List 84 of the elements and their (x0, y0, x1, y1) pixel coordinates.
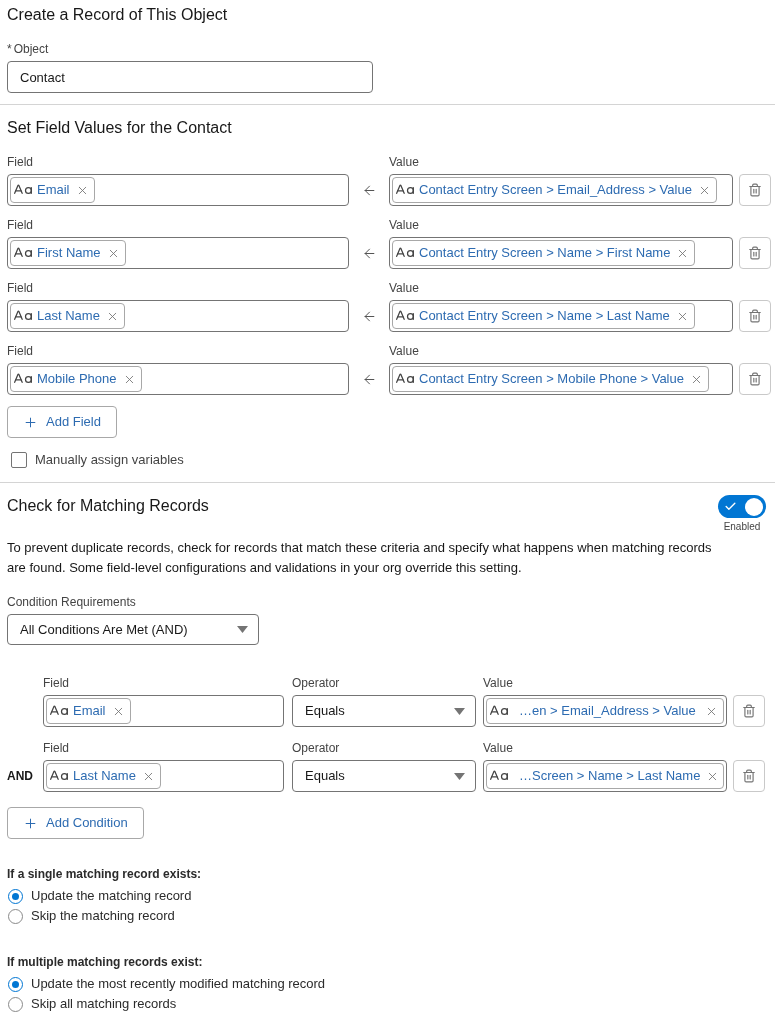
add-button[interactable]: Add Field (7, 406, 117, 438)
field-label: Field (7, 280, 34, 296)
trash-icon (748, 183, 762, 197)
field-input[interactable]: Last Name (7, 300, 349, 332)
field-label: Field (7, 217, 34, 233)
plus-icon (23, 414, 38, 430)
value-input[interactable]: …Screen > Name > Last Name (483, 760, 727, 792)
radio-label: Update the matching record (31, 888, 192, 904)
section-title: Create a Record of This Object (7, 5, 229, 25)
pill-text: Last Name (73, 768, 136, 784)
radio-button[interactable] (8, 908, 23, 924)
pill-text: …Screen > Name > Last Name (519, 768, 701, 784)
toggle-switch[interactable] (718, 495, 766, 518)
delete-button[interactable] (739, 174, 771, 206)
caret-icon (237, 626, 248, 633)
condition-requirements-select[interactable]: All Conditions Are Met (AND) (7, 614, 259, 645)
radio-label: Skip all matching records (31, 996, 177, 1012)
group-heading: If a single matching record exists: (7, 866, 203, 882)
field-label: Value (389, 343, 420, 359)
group-heading: If multiple matching records exist: (7, 954, 204, 970)
pill-text: Contact Entry Screen > Name > First Name (419, 245, 671, 261)
section-title: Set Field Values for the Contact (7, 118, 233, 138)
add-button[interactable]: Add Condition (7, 807, 144, 839)
field-label: Field (7, 154, 34, 170)
operator-select[interactable]: Equals (292, 695, 476, 727)
delete-button[interactable] (733, 695, 765, 727)
section-title: Check for Matching Records (7, 496, 209, 516)
field-label: Value (389, 280, 420, 296)
toggle-label: Enabled (723, 521, 761, 533)
trash-icon (748, 309, 762, 323)
field-label: Field (43, 740, 70, 756)
check-icon (724, 500, 737, 513)
checkbox-label: Manually assign variables (35, 452, 184, 468)
pill-text: Email (37, 182, 70, 198)
description-text: To prevent duplicate records, check for records that match these criteria and specify what happens when matching records are found. Some field-level configurations and validations in your org override this setting. (7, 539, 713, 577)
pill-text: …en > Email_Address > Value (519, 703, 697, 719)
delete-button[interactable] (739, 237, 771, 269)
field-label: Object (13, 41, 49, 57)
plus-icon (23, 815, 38, 831)
pill-text: Last Name (37, 308, 100, 324)
connector-label: AND (7, 768, 33, 785)
field-label: Value (483, 740, 514, 756)
field-label: Value (389, 154, 420, 170)
pill-text: Contact Entry Screen > Email_Address > Value (419, 182, 692, 198)
field-input[interactable]: First Name (7, 237, 349, 269)
pill-text: Contact Entry Screen > Name > Last Name (419, 308, 670, 324)
delete-button[interactable] (739, 363, 771, 395)
value-input[interactable]: Contact Entry Screen > Mobile Phone > Value (389, 363, 733, 395)
required-mark: * (7, 41, 12, 57)
field-label: Value (483, 675, 514, 691)
checkbox[interactable] (11, 452, 27, 468)
trash-icon (748, 372, 762, 386)
trash-icon (742, 769, 756, 783)
pill-text: Email (73, 703, 106, 719)
delete-button[interactable] (733, 760, 765, 792)
pill-text: Contact Entry Screen > Mobile Phone > Value (419, 371, 684, 387)
value-input[interactable]: Contact Entry Screen > Name > Last Name (389, 300, 733, 332)
radio-label: Update the most recently modified matching record (31, 976, 326, 992)
field-label: Operator (292, 740, 341, 756)
field-input[interactable]: Email (7, 174, 349, 206)
field-label: Condition Requirements (7, 594, 137, 610)
value-input[interactable]: Contact Entry Screen > Email_Address > Value (389, 174, 733, 206)
value-input[interactable]: …en > Email_Address > Value (483, 695, 727, 727)
field-input[interactable]: Email (43, 695, 284, 727)
radio-button[interactable] (8, 996, 23, 1012)
object-input[interactable]: Contact (7, 61, 373, 93)
field-label: Operator (292, 675, 341, 691)
trash-icon (748, 246, 762, 260)
radio-button[interactable] (8, 976, 23, 992)
field-label: Field (43, 675, 70, 691)
radio-button[interactable] (8, 888, 23, 904)
delete-button[interactable] (739, 300, 771, 332)
caret-icon (454, 772, 465, 780)
field-input[interactable]: Last Name (43, 760, 284, 792)
pill-text: Mobile Phone (37, 371, 117, 387)
radio-label: Skip the matching record (31, 908, 175, 924)
field-label: Value (389, 217, 420, 233)
trash-icon (742, 704, 756, 718)
operator-select[interactable]: Equals (292, 760, 476, 792)
pill-text: First Name (37, 245, 101, 261)
field-label: Field (7, 343, 34, 359)
value-input[interactable]: Contact Entry Screen > Name > First Name (389, 237, 733, 269)
caret-icon (454, 707, 465, 715)
field-input[interactable]: Mobile Phone (7, 363, 349, 395)
